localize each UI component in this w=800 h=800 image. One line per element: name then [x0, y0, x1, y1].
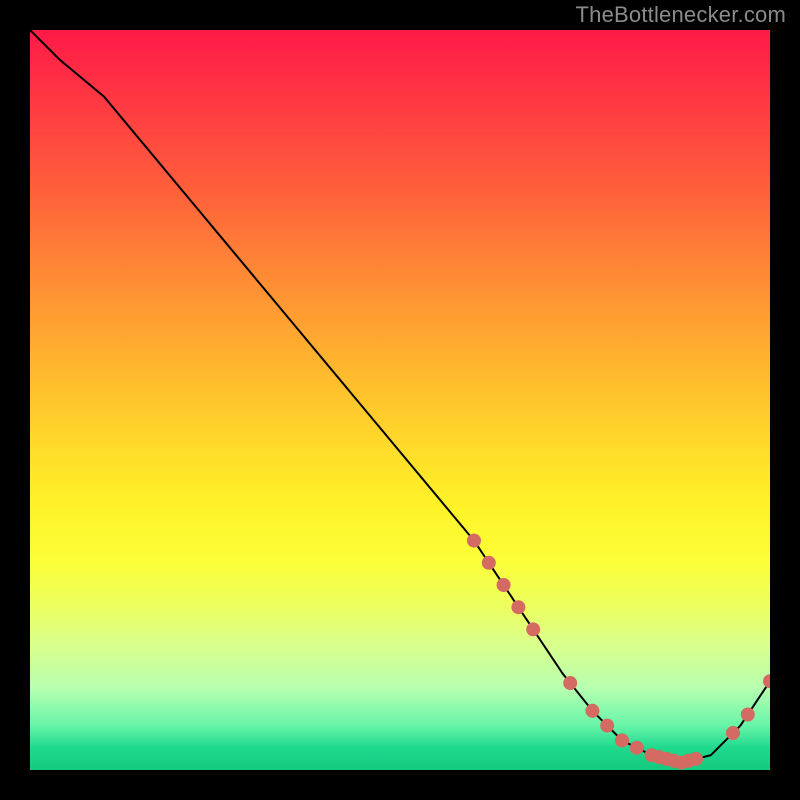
data-marker — [482, 556, 496, 570]
data-marker — [497, 578, 511, 592]
data-marker — [630, 741, 644, 755]
data-marker — [563, 676, 577, 690]
data-marker — [689, 752, 703, 766]
chart-frame: TheBottlenecker.com — [0, 0, 800, 800]
data-marker — [467, 534, 481, 548]
data-marker — [741, 708, 755, 722]
data-marker — [726, 726, 740, 740]
chart-svg — [30, 30, 770, 770]
attribution-watermark: TheBottlenecker.com — [576, 2, 786, 28]
bottleneck-curve — [30, 30, 770, 763]
data-marker — [526, 622, 540, 636]
data-marker — [511, 600, 525, 614]
data-marker — [615, 733, 629, 747]
data-marker — [600, 719, 614, 733]
data-marker — [763, 674, 770, 688]
data-marker — [585, 704, 599, 718]
plot-area — [30, 30, 770, 770]
